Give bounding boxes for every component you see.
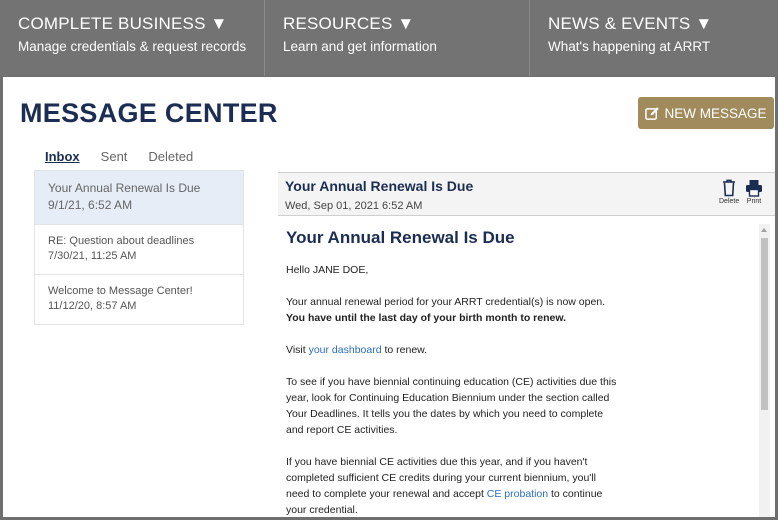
tab-inbox[interactable]: Inbox [45,149,80,164]
message-subject: RE: Question about deadlines [48,235,195,247]
scroll-thumb[interactable] [761,238,768,410]
body-paragraph: To see if you have biennial continuing e… [286,376,617,436]
new-message-label: NEW MESSAGE [664,105,767,121]
body-greeting: Hello JANE DOE, [286,264,369,276]
delete-button[interactable]: Delete [719,179,739,205]
detail-date: Wed, Sep 01, 2021 6:52 AM [285,200,423,212]
message-center-panel: MESSAGE CENTER NEW MESSAGE Inbox Sent De… [3,77,775,517]
nav-title: NEWS & EVENTS ▼ [548,14,713,33]
nav-title: COMPLETE BUSINESS ▼ [18,14,228,33]
message-subject: Welcome to Message Center! [48,285,193,297]
body-text: Your annual renewal period for your ARRT… [286,296,606,308]
message-body: Your Annual Renewal Is Due Hello JANE DO… [278,224,618,517]
body-text: to renew. [381,344,428,356]
message-date: 7/30/21, 11:25 AM [48,250,137,262]
body-paragraph: Your annual renewal period for your ARRT… [286,294,618,326]
mailbox-tabs: Inbox Sent Deleted [45,149,193,164]
print-button[interactable]: Print [745,179,763,205]
message-date: 9/1/21, 6:52 AM [48,198,133,212]
nav-title: RESOURCES ▼ [283,14,415,33]
message-date: 11/12/20, 8:57 AM [48,300,137,312]
nav-subtitle: What's happening at ARRT [548,39,711,54]
message-list: Your Annual Renewal Is Due 9/1/21, 6:52 … [34,170,244,325]
nav-complete-business[interactable]: COMPLETE BUSINESS ▼ Manage credentials &… [0,0,265,76]
ce-probation-link[interactable]: CE probation [487,488,548,500]
message-detail: Your Annual Renewal Is Due Wed, Sep 01, … [278,172,775,517]
tab-sent[interactable]: Sent [101,149,128,164]
dashboard-link[interactable]: your dashboard [309,344,382,356]
printer-icon [746,180,762,197]
body-paragraph: If you have biennial CE activities due t… [286,454,618,517]
delete-label: Delete [719,198,740,205]
body-text: Visit [286,344,309,356]
print-label: Print [746,198,762,205]
detail-subject: Your Annual Renewal Is Due [285,178,474,194]
tab-deleted[interactable]: Deleted [148,149,193,164]
list-item[interactable]: Your Annual Renewal Is Due 9/1/21, 6:52 … [35,171,243,225]
trash-icon [723,179,736,197]
message-body-scroll[interactable]: Your Annual Renewal Is Due Hello JANE DO… [278,224,775,517]
top-navigation: COMPLETE BUSINESS ▼ Manage credentials &… [0,0,778,76]
nav-subtitle: Manage credentials & request records [18,39,247,54]
nav-news-events[interactable]: NEWS & EVENTS ▼ What's happening at ARRT [530,0,778,76]
scroll-up-arrow[interactable] [761,228,767,232]
body-paragraph: Visit your dashboard to renew. [286,342,618,358]
message-subject: Your Annual Renewal Is Due [48,181,201,195]
message-header: Your Annual Renewal Is Due Wed, Sep 01, … [278,172,775,216]
list-item[interactable]: RE: Question about deadlines 7/30/21, 11… [35,225,243,275]
edit-icon [645,106,660,120]
page-title: MESSAGE CENTER [20,98,278,128]
new-message-button[interactable]: NEW MESSAGE [638,97,774,129]
body-title: Your Annual Renewal Is Due [286,228,515,247]
nav-subtitle: Learn and get information [283,39,437,54]
scrollbar[interactable] [759,224,770,517]
nav-resources[interactable]: RESOURCES ▼ Learn and get information [265,0,530,76]
body-bold-text: You have until the last day of your birt… [286,312,567,324]
list-item[interactable]: Welcome to Message Center! 11/12/20, 8:5… [35,275,243,324]
